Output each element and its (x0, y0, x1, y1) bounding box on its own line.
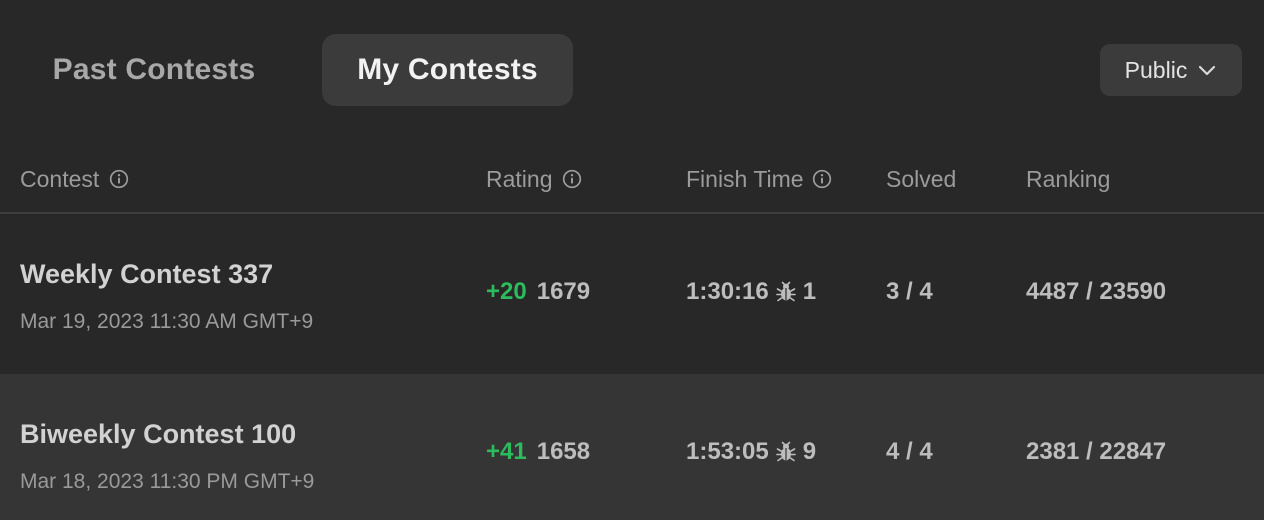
column-header-contest-label: Contest (20, 165, 100, 192)
rating-cell: +41 1658 (486, 438, 590, 466)
solved-cell: 3 / 4 (886, 278, 933, 305)
contest-title[interactable]: Biweekly Contest 100 (20, 419, 296, 450)
finish-time-cell: 1:30:16 1 (686, 278, 816, 306)
contest-date: Mar 19, 2023 11:30 AM GMT+9 (20, 310, 314, 333)
table-row[interactable]: Biweekly Contest 100 Mar 18, 2023 11:30 … (0, 374, 1264, 520)
ranking-cell: 4487 / 23590 (1026, 278, 1167, 305)
wrong-submission-count: 9 (802, 438, 817, 465)
tab-my-contests[interactable]: My Contests (322, 34, 573, 106)
chevron-down-icon (1199, 65, 1216, 76)
column-header-solved-label: Solved (886, 165, 957, 192)
visibility-dropdown-label: Public (1124, 56, 1188, 83)
rating-delta: +41 (486, 438, 527, 465)
column-header-finish-time-label: Finish Time (686, 165, 804, 192)
column-header-rating: Rating (486, 160, 582, 198)
info-icon[interactable] (562, 169, 582, 189)
rating-delta: +20 (486, 278, 527, 305)
tab-past-contests[interactable]: Past Contests (20, 34, 288, 106)
bug-icon (775, 281, 796, 302)
finish-time-cell: 1:53:05 9 (686, 438, 816, 466)
wrong-submission-count: 1 (802, 278, 817, 305)
column-header-contest: Contest (20, 160, 129, 198)
table-row[interactable]: Weekly Contest 337 Mar 19, 2023 11:30 AM… (0, 214, 1264, 374)
column-header-ranking-label: Ranking (1026, 165, 1111, 192)
info-icon[interactable] (109, 169, 129, 189)
ranking-cell: 2381 / 22847 (1026, 438, 1167, 465)
info-icon[interactable] (812, 169, 832, 189)
column-header-rating-label: Rating (486, 165, 553, 192)
column-header-finish-time: Finish Time (686, 160, 832, 198)
finish-time-value: 1:30:16 (686, 278, 769, 305)
bug-icon (775, 441, 796, 462)
finish-time-value: 1:53:05 (686, 438, 769, 465)
rating-value: 1679 (536, 278, 591, 305)
rating-value: 1658 (536, 438, 591, 465)
contest-history-panel: Past Contests My Contests Public Contest… (0, 0, 1264, 520)
column-header-solved: Solved (886, 160, 956, 198)
contest-date: Mar 18, 2023 11:30 PM GMT+9 (20, 470, 315, 493)
rating-cell: +20 1679 (486, 278, 590, 306)
visibility-dropdown[interactable]: Public (1100, 44, 1242, 96)
contest-title[interactable]: Weekly Contest 337 (20, 259, 273, 290)
column-header-ranking: Ranking (1026, 160, 1110, 198)
solved-cell: 4 / 4 (886, 438, 933, 465)
